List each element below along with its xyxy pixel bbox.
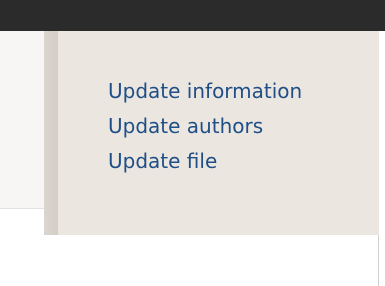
menu-item-update-file: Update file xyxy=(108,147,302,182)
menu-item-update-authors: Update authors xyxy=(108,112,302,147)
actions-menu-list: Update information Update authors Update… xyxy=(108,77,302,182)
update-file-link[interactable]: Update file xyxy=(108,149,217,173)
dropdown-panel-edge xyxy=(44,31,58,235)
page: Update information Update authors Update… xyxy=(0,0,385,286)
scrollbar[interactable] xyxy=(378,31,385,286)
update-information-link[interactable]: Update information xyxy=(108,79,302,103)
menu-item-update-information: Update information xyxy=(108,77,302,112)
background-content xyxy=(0,31,48,209)
top-bar xyxy=(0,0,385,31)
update-authors-link[interactable]: Update authors xyxy=(108,114,263,138)
